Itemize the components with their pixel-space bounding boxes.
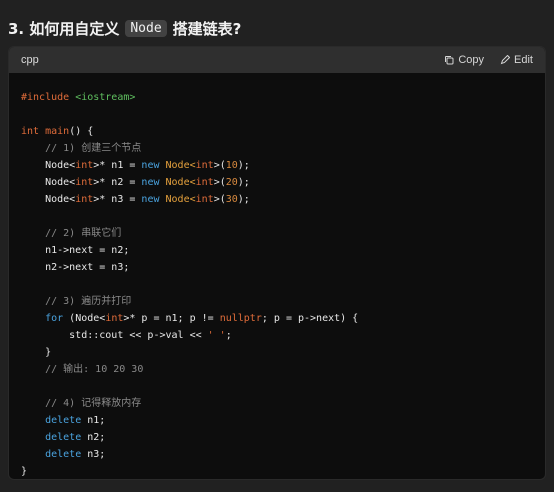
code-line: } bbox=[21, 463, 533, 479]
code-token: nullptr bbox=[219, 313, 262, 324]
edit-icon bbox=[500, 55, 511, 65]
code-token: int bbox=[105, 313, 124, 324]
code-line: Node<int>* n3 = new Node<int>(30); bbox=[21, 191, 533, 208]
code-block: cpp Copy Edit #include <iostream> int ma… bbox=[8, 46, 546, 480]
code-token: int bbox=[75, 194, 94, 205]
code-line: // 3) 遍历并打印 bbox=[21, 293, 533, 310]
edit-label: Edit bbox=[514, 54, 533, 66]
code-token: Node< bbox=[165, 160, 196, 171]
heading-suffix: 搭建链表? bbox=[172, 20, 242, 38]
code-token: // 2) 串联它们 bbox=[21, 228, 122, 239]
code-token: int bbox=[75, 160, 94, 171]
code-content: #include <iostream> int main() { // 1) 创… bbox=[9, 73, 545, 479]
code-token: () { bbox=[69, 126, 94, 137]
code-token: n1->next = n2; bbox=[21, 245, 130, 256]
code-line: n2->next = n3; bbox=[21, 259, 533, 276]
code-token: >* p = n1; p != bbox=[123, 313, 220, 324]
code-line: Node<int>* n1 = new Node<int>(10); bbox=[21, 157, 533, 174]
code-block-header: cpp Copy Edit bbox=[9, 47, 545, 73]
code-token: // 输出: 10 20 30 bbox=[21, 364, 144, 375]
code-actions: Copy Edit bbox=[444, 54, 533, 66]
code-token: int bbox=[195, 177, 214, 188]
code-line: // 输出: 10 20 30 bbox=[21, 361, 533, 378]
code-token: ); bbox=[237, 177, 250, 188]
code-token: delete bbox=[45, 432, 82, 443]
code-line: n1->next = n2; bbox=[21, 242, 533, 259]
code-line: for (Node<int>* p = n1; p != nullptr; p … bbox=[21, 310, 533, 327]
code-token: ' ' bbox=[207, 330, 226, 341]
code-token: <iostream> bbox=[75, 92, 136, 103]
copy-label: Copy bbox=[458, 54, 485, 66]
code-token: >* n2 = bbox=[93, 177, 142, 188]
code-token: // 3) 遍历并打印 bbox=[21, 296, 132, 307]
copy-button[interactable]: Copy bbox=[444, 54, 484, 66]
code-token: } bbox=[21, 466, 28, 477]
code-line: // 2) 串联它们 bbox=[21, 225, 533, 242]
code-line: delete n1; bbox=[21, 412, 533, 429]
code-line: // 1) 创建三个节点 bbox=[21, 140, 533, 157]
code-token: (Node< bbox=[63, 313, 106, 324]
code-token: int bbox=[195, 160, 214, 171]
code-token: ; bbox=[225, 330, 232, 341]
code-token: for bbox=[45, 313, 64, 324]
code-token: Node< bbox=[21, 160, 76, 171]
code-token: n1; bbox=[81, 415, 106, 426]
code-token: std::cout << p->val << bbox=[21, 330, 208, 341]
code-token: Node< bbox=[165, 177, 196, 188]
code-token: main bbox=[45, 126, 70, 137]
code-token: Node< bbox=[21, 177, 76, 188]
code-token: new bbox=[141, 194, 166, 205]
code-token: // 4) 记得释放内存 bbox=[21, 398, 142, 409]
code-token: int bbox=[21, 126, 46, 137]
code-language-label: cpp bbox=[21, 54, 39, 66]
code-token: ; p = p->next) { bbox=[261, 313, 359, 324]
code-token: new bbox=[141, 160, 166, 171]
code-token: // 1) 创建三个节点 bbox=[21, 143, 142, 154]
code-token: ); bbox=[237, 160, 250, 171]
code-line: delete n2; bbox=[21, 429, 533, 446]
code-token: int bbox=[75, 177, 94, 188]
code-line: Node<int>* n2 = new Node<int>(20); bbox=[21, 174, 533, 191]
code-line: int main() { bbox=[21, 123, 533, 140]
code-token: int bbox=[195, 194, 214, 205]
code-token: >* n1 = bbox=[93, 160, 142, 171]
code-token: } bbox=[21, 347, 52, 358]
code-token: n2; bbox=[81, 432, 106, 443]
code-token: #include bbox=[21, 92, 76, 103]
code-token: >( bbox=[213, 177, 226, 188]
heading-prefix: 3. 如何用自定义 bbox=[8, 20, 120, 38]
code-token: >( bbox=[213, 160, 226, 171]
code-token: ); bbox=[237, 194, 250, 205]
code-token: 20 bbox=[225, 177, 238, 188]
code-token: >( bbox=[213, 194, 226, 205]
edit-button[interactable]: Edit bbox=[500, 54, 533, 66]
code-token: 10 bbox=[225, 160, 238, 171]
section-heading: 3. 如何用自定义 Node 搭建链表? bbox=[8, 18, 241, 39]
code-line: } bbox=[21, 344, 533, 361]
code-token: delete bbox=[45, 415, 82, 426]
code-line: // 4) 记得释放内存 bbox=[21, 395, 533, 412]
heading-inline-code: Node bbox=[125, 20, 167, 37]
code-token: delete bbox=[45, 449, 82, 460]
code-token: new bbox=[141, 177, 166, 188]
code-line: std::cout << p->val << ' '; bbox=[21, 327, 533, 344]
code-token: Node< bbox=[21, 194, 76, 205]
code-line: delete n3; bbox=[21, 446, 533, 463]
code-token: n2->next = n3; bbox=[21, 262, 130, 273]
code-token: >* n3 = bbox=[93, 194, 142, 205]
code-token: n3; bbox=[81, 449, 106, 460]
code-token: Node< bbox=[165, 194, 196, 205]
code-line: #include <iostream> bbox=[21, 89, 533, 106]
copy-icon bbox=[444, 55, 454, 65]
code-token: 30 bbox=[225, 194, 238, 205]
